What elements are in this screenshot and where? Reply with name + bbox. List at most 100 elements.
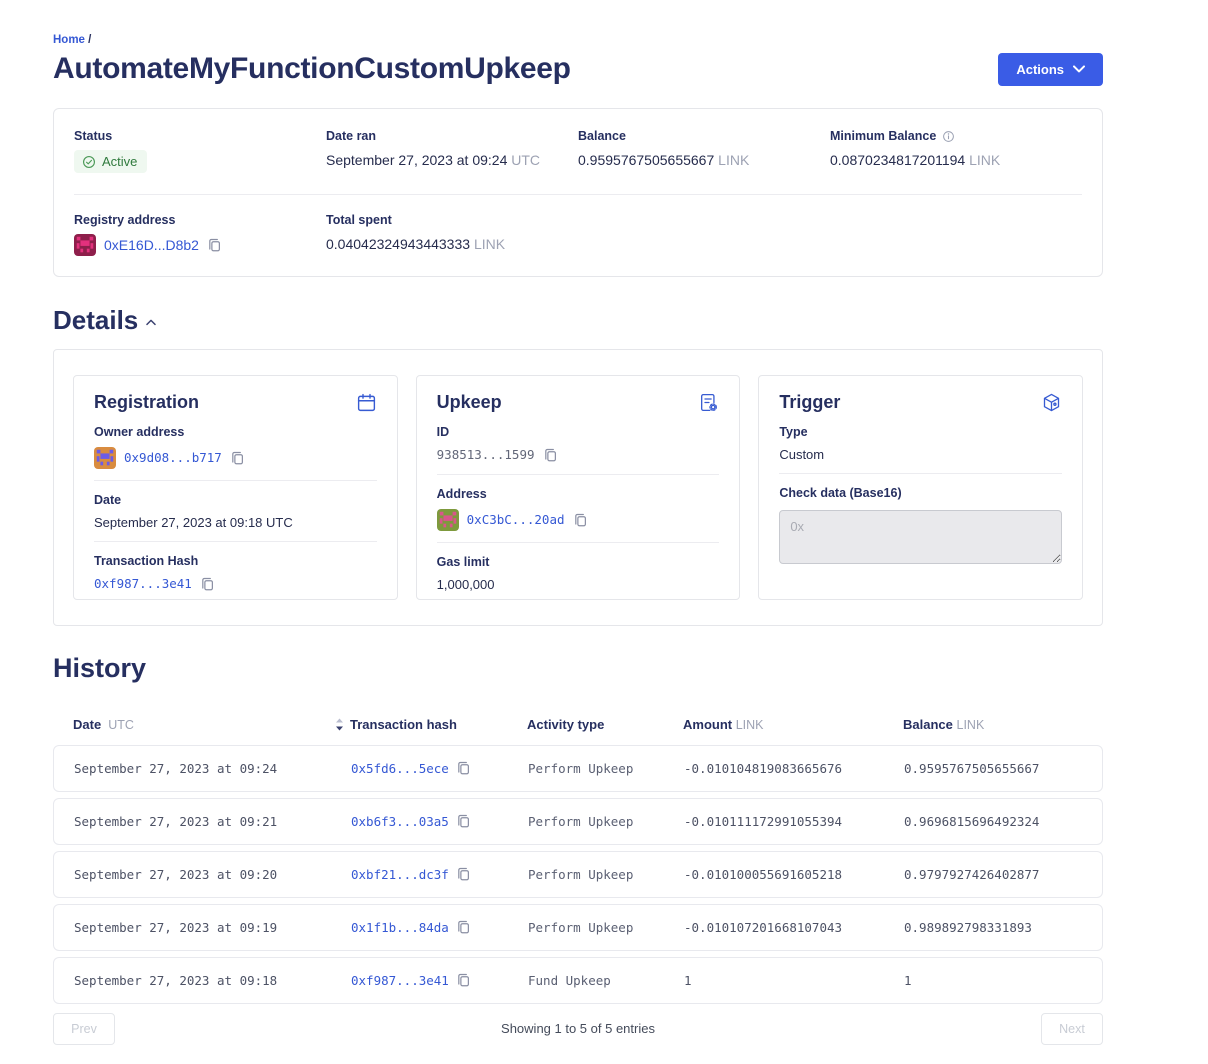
copy-icon[interactable]: [456, 972, 471, 988]
status-badge: Active: [74, 150, 147, 173]
upkeep-address-identicon: [437, 509, 459, 531]
copy-icon[interactable]: [543, 447, 558, 463]
row-tx-link[interactable]: 0xbf21...dc3f: [351, 867, 449, 882]
date-ran-label: Date ran: [326, 129, 578, 143]
transaction-hash-link[interactable]: 0xf987...3e41: [94, 576, 192, 591]
owner-address-link[interactable]: 0x9d08...b717: [124, 450, 222, 465]
pagination: Prev Showing 1 to 5 of 5 entries Next: [53, 1013, 1103, 1045]
trigger-type-value: Custom: [779, 447, 1062, 462]
page-title: AutomateMyFunctionCustomUpkeep: [53, 52, 571, 86]
gas-limit-group: Gas limit 1,000,000: [437, 542, 720, 603]
check-data-label: Check data (Base16): [779, 486, 1062, 500]
registry-identicon: [74, 234, 96, 256]
total-spent-value: 0.04042324943443333 LINK: [326, 236, 578, 252]
status-label: Status: [74, 129, 326, 143]
row-tx-link[interactable]: 0xb6f3...03a5: [351, 814, 449, 829]
row-activity: Perform Upkeep: [528, 920, 684, 935]
history-heading: History: [53, 653, 1103, 684]
trigger-card: Trigger Type Custom Check data (Base16): [758, 375, 1083, 600]
copy-icon[interactable]: [230, 450, 245, 466]
upkeep-page: Home / AutomateMyFunctionCustomUpkeep Ac…: [53, 34, 1103, 1045]
registry-address-field: Registry address 0xE16D...D8b2: [74, 213, 326, 256]
total-spent-field: Total spent 0.04042324943443333 LINK: [326, 213, 578, 256]
upkeep-address-label: Address: [437, 487, 720, 501]
chevron-up-icon[interactable]: [146, 319, 156, 326]
calendar-icon: [356, 392, 377, 413]
minimum-balance-label: Minimum Balance: [830, 129, 936, 143]
upkeep-title: Upkeep: [437, 392, 502, 413]
document-gear-icon: [698, 392, 719, 413]
trigger-type-label: Type: [779, 425, 1062, 439]
copy-icon[interactable]: [200, 576, 215, 592]
owner-address-group: Owner address 0x9d08...b717: [94, 413, 377, 480]
copy-icon[interactable]: [456, 919, 471, 935]
tx-hash-column-header: Transaction hash: [350, 717, 527, 732]
table-row: September 27, 2023 at 09:21 0xb6f3...03a…: [53, 798, 1103, 845]
check-data-group: Check data (Base16): [779, 473, 1062, 580]
sort-arrows-icon[interactable]: [335, 718, 344, 731]
row-balance: 0.9595767505655667: [904, 761, 1082, 776]
row-activity: Perform Upkeep: [528, 814, 684, 829]
next-button[interactable]: Next: [1041, 1013, 1103, 1045]
copy-icon[interactable]: [207, 237, 222, 253]
row-amount: -0.010107201668107043: [684, 920, 904, 935]
row-date: September 27, 2023 at 09:18: [74, 973, 351, 988]
row-tx-link[interactable]: 0x5fd6...5ece: [351, 761, 449, 776]
trigger-type-group: Type Custom: [779, 413, 1062, 473]
details-panel: Registration Owner address 0x9d08...b717: [53, 349, 1103, 626]
transaction-hash-group: Transaction Hash 0xf987...3e41: [94, 541, 377, 603]
breadcrumb: Home /: [53, 34, 1103, 46]
row-date: September 27, 2023 at 09:19: [74, 920, 351, 935]
date-column-header: Date: [73, 717, 101, 732]
cube-icon: [1041, 392, 1062, 413]
row-balance: 0.9696815696492324: [904, 814, 1082, 829]
transaction-hash-label: Transaction Hash: [94, 554, 377, 568]
copy-icon[interactable]: [456, 760, 471, 776]
minimum-balance-field: Minimum Balance 0.0870234817201194 LINK: [830, 129, 1082, 174]
row-date: September 27, 2023 at 09:24: [74, 761, 351, 776]
row-amount: -0.010111172991055394: [684, 814, 904, 829]
registry-address-label: Registry address: [74, 213, 326, 227]
gas-limit-label: Gas limit: [437, 555, 720, 569]
row-tx-link[interactable]: 0x1f1b...84da: [351, 920, 449, 935]
total-spent-label: Total spent: [326, 213, 578, 227]
breadcrumb-home-link[interactable]: Home: [53, 34, 85, 46]
summary-divider: [74, 194, 1082, 195]
upkeep-id-group: ID 938513...1599: [437, 413, 720, 474]
row-activity: Perform Upkeep: [528, 761, 684, 776]
row-date: September 27, 2023 at 09:20: [74, 867, 351, 882]
actions-button-label: Actions: [1016, 62, 1064, 77]
balance-field: Balance 0.9595767505655667 LINK: [578, 129, 830, 174]
check-data-input[interactable]: [779, 510, 1062, 564]
table-row: September 27, 2023 at 09:24 0x5fd6...5ec…: [53, 745, 1103, 792]
row-balance: 0.989892798331893: [904, 920, 1082, 935]
copy-icon[interactable]: [573, 512, 588, 528]
copy-icon[interactable]: [456, 813, 471, 829]
upkeep-id-value: 938513...1599: [437, 447, 535, 462]
registry-address-link[interactable]: 0xE16D...D8b2: [104, 237, 199, 253]
upkeep-address-link[interactable]: 0xC3bC...20ad: [467, 512, 565, 527]
table-row: September 27, 2023 at 09:20 0xbf21...dc3…: [53, 851, 1103, 898]
details-heading: Details: [53, 305, 138, 336]
upkeep-address-group: Address 0xC3bC...20ad: [437, 474, 720, 542]
actions-button[interactable]: Actions: [998, 53, 1103, 86]
check-circle-icon: [82, 155, 96, 169]
copy-icon[interactable]: [456, 866, 471, 882]
row-amount: 1: [684, 973, 904, 988]
table-row: September 27, 2023 at 09:18 0xf987...3e4…: [53, 957, 1103, 1004]
owner-address-label: Owner address: [94, 425, 377, 439]
registration-date-label: Date: [94, 493, 377, 507]
amount-column-header: Amount: [683, 717, 732, 732]
row-balance: 0.9797927426402877: [904, 867, 1082, 882]
balance-column-header: Balance: [903, 717, 953, 732]
balance-label: Balance: [578, 129, 830, 143]
registration-date-value: September 27, 2023 at 09:18 UTC: [94, 515, 377, 530]
owner-identicon: [94, 447, 116, 469]
minimum-balance-value: 0.0870234817201194 LINK: [830, 152, 1082, 168]
prev-button[interactable]: Prev: [53, 1013, 115, 1045]
activity-type-column-header: Activity type: [527, 717, 683, 732]
row-balance: 1: [904, 973, 1082, 988]
info-icon[interactable]: [942, 130, 955, 143]
row-tx-link[interactable]: 0xf987...3e41: [351, 973, 449, 988]
registration-title: Registration: [94, 392, 199, 413]
